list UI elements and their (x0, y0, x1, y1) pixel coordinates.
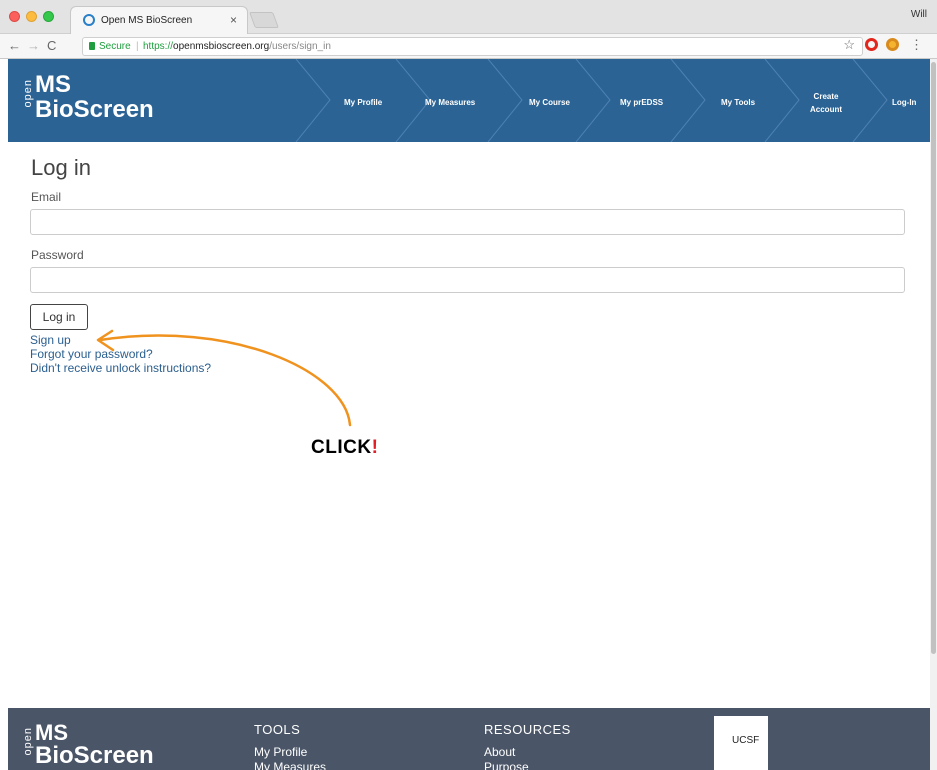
footer-tools-heading: TOOLS (254, 722, 301, 737)
footer-link-my-profile[interactable]: My Profile (254, 745, 326, 760)
footer-logo-bioscreen-text: BioScreen (35, 742, 154, 769)
ucsf-logo-text: UCSF (732, 735, 760, 746)
click-annotation: CLICK! (311, 437, 378, 459)
page-scrollbar-thumb[interactable] (931, 62, 936, 654)
click-text: CLICK (311, 437, 372, 458)
footer-link-purpose[interactable]: Purpose (484, 760, 571, 770)
footer-tools-column: TOOLS My Profile My Measures (254, 722, 326, 770)
site-footer: open MS BioScreen TOOLS My Profile My Me… (8, 708, 930, 770)
footer-resources-column: RESOURCES About Purpose (484, 722, 571, 770)
footer-tools-list: My Profile My Measures (254, 745, 326, 770)
ucsf-logo[interactable]: UCSF (714, 716, 768, 770)
footer-link-about[interactable]: About (484, 745, 571, 760)
footer-logo-open-text: open (22, 727, 34, 756)
footer-link-my-measures[interactable]: My Measures (254, 760, 326, 770)
click-exclamation: ! (371, 437, 379, 458)
annotation-arrow (96, 329, 352, 427)
footer-resources-list: About Purpose (484, 745, 571, 770)
footer-resources-heading: RESOURCES (484, 722, 571, 737)
